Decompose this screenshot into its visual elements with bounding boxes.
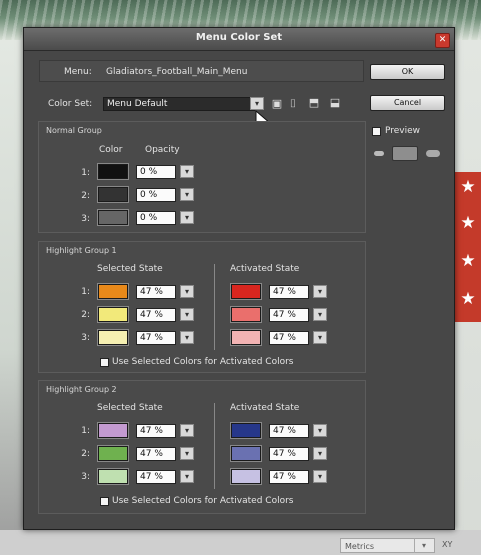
chevron-down-icon[interactable]: ▾ (313, 285, 327, 298)
opacity-field[interactable]: 0 % (136, 165, 176, 179)
chevron-down-icon[interactable]: ▾ (313, 424, 327, 437)
row-number: 3: (81, 214, 90, 224)
activated-state-label: Activated State (230, 403, 300, 413)
activated-color-swatch[interactable] (230, 445, 262, 462)
selected-color-swatch[interactable] (97, 445, 129, 462)
chevron-down-icon[interactable]: ▾ (250, 97, 264, 110)
chevron-down-icon[interactable]: ▾ (313, 308, 327, 321)
preview-label: Preview (385, 126, 421, 136)
preview-controls[interactable] (374, 146, 444, 162)
dialog-titlebar[interactable]: Menu Color Set ✕ (24, 28, 454, 51)
selected-color-swatch[interactable] (97, 283, 129, 300)
ok-button[interactable]: OK (370, 64, 445, 80)
row-number: 3: (81, 333, 90, 343)
row-number: 2: (81, 191, 90, 201)
cancel-button[interactable]: Cancel (370, 95, 445, 111)
menu-label: Menu: (64, 67, 92, 77)
chevron-down-icon[interactable]: ▾ (180, 308, 194, 321)
divider (214, 264, 215, 350)
group-title: Highlight Group 2 (46, 385, 117, 394)
color-swatch[interactable] (97, 209, 129, 226)
column-label: Color (99, 145, 123, 155)
selected-color-swatch[interactable] (97, 329, 129, 346)
opacity-field[interactable]: 47 % (269, 285, 309, 299)
divider (214, 403, 215, 489)
column-label: Opacity (145, 145, 180, 155)
selected-state-label: Selected State (97, 403, 163, 413)
star-icon: ★ (460, 289, 476, 309)
opacity-field[interactable]: 47 % (136, 447, 176, 461)
color-set-label: Color Set: (48, 99, 93, 109)
chevron-down-icon[interactable]: ▾ (313, 447, 327, 460)
chevron-down-icon[interactable]: ▾ (180, 165, 194, 178)
chevron-down-icon[interactable]: ▾ (180, 211, 194, 224)
opacity-field[interactable]: 47 % (136, 308, 176, 322)
menu-color-set-dialog: Menu Color Set ✕ Menu: Gladiators_Footba… (23, 27, 455, 530)
row-number: 1: (81, 287, 90, 297)
selected-state-label: Selected State (97, 264, 163, 274)
background-star-strip: ★ ★ ★ ★ (455, 172, 481, 322)
group-title: Highlight Group 1 (46, 246, 117, 255)
chevron-down-icon[interactable]: ▾ (180, 188, 194, 201)
row-number: 1: (81, 168, 90, 178)
activated-state-label: Activated State (230, 264, 300, 274)
color-swatch[interactable] (97, 186, 129, 203)
row-number: 3: (81, 472, 90, 482)
opacity-field[interactable]: 47 % (136, 424, 176, 438)
checkbox-label: Use Selected Colors for Activated Colors (112, 357, 294, 367)
import-icon[interactable]: ⬒ (305, 96, 323, 110)
row-number: 2: (81, 449, 90, 459)
selected-color-swatch[interactable] (97, 306, 129, 323)
menu-name: Gladiators_Football_Main_Menu (106, 67, 248, 77)
use-selected-colors-checkbox[interactable] (100, 497, 109, 506)
chevron-down-icon[interactable]: ▾ (180, 285, 194, 298)
export-icon[interactable]: ⬓ (326, 96, 344, 110)
xy-label: XY (442, 540, 453, 549)
group-title: Normal Group (46, 126, 102, 135)
activated-color-swatch[interactable] (230, 306, 262, 323)
chevron-down-icon[interactable]: ▾ (313, 470, 327, 483)
selected-color-swatch[interactable] (97, 422, 129, 439)
color-set-select[interactable]: Menu Default (103, 97, 255, 111)
chevron-down-icon[interactable]: ▾ (313, 331, 327, 344)
row-number: 1: (81, 426, 90, 436)
star-icon: ★ (460, 177, 476, 197)
star-icon: ★ (460, 251, 476, 271)
save-icon[interactable]: ▣ (270, 97, 284, 111)
highlight-group-1-box (38, 241, 366, 373)
chevron-down-icon[interactable]: ▾ (180, 424, 194, 437)
chevron-down-icon[interactable]: ▾ (180, 470, 194, 483)
selected-color-swatch[interactable] (97, 468, 129, 485)
chevron-down-icon[interactable]: ▾ (180, 447, 194, 460)
use-selected-colors-checkbox[interactable] (100, 358, 109, 367)
activated-color-swatch[interactable] (230, 422, 262, 439)
dialog-title: Menu Color Set (195, 32, 283, 43)
opacity-field[interactable]: 47 % (269, 331, 309, 345)
opacity-field[interactable]: 0 % (136, 188, 176, 202)
chevron-down-icon[interactable]: ▾ (180, 331, 194, 344)
activated-color-swatch[interactable] (230, 329, 262, 346)
row-number: 2: (81, 310, 90, 320)
color-swatch[interactable] (97, 163, 129, 180)
opacity-field[interactable]: 0 % (136, 211, 176, 225)
checkbox-label: Use Selected Colors for Activated Colors (112, 496, 294, 506)
delete-icon[interactable]: ⌷ (286, 97, 300, 111)
activated-color-swatch[interactable] (230, 283, 262, 300)
opacity-field[interactable]: 47 % (136, 331, 176, 345)
close-icon[interactable]: ✕ (435, 33, 450, 48)
activated-color-swatch[interactable] (230, 468, 262, 485)
opacity-field[interactable]: 47 % (269, 447, 309, 461)
opacity-field[interactable]: 47 % (269, 424, 309, 438)
opacity-field[interactable]: 47 % (136, 285, 176, 299)
opacity-field[interactable]: 47 % (269, 470, 309, 484)
star-icon: ★ (460, 213, 476, 233)
chevron-down-icon[interactable]: ▾ (414, 538, 433, 553)
opacity-field[interactable]: 47 % (136, 470, 176, 484)
opacity-field[interactable]: 47 % (269, 308, 309, 322)
preview-checkbox[interactable] (372, 127, 381, 136)
